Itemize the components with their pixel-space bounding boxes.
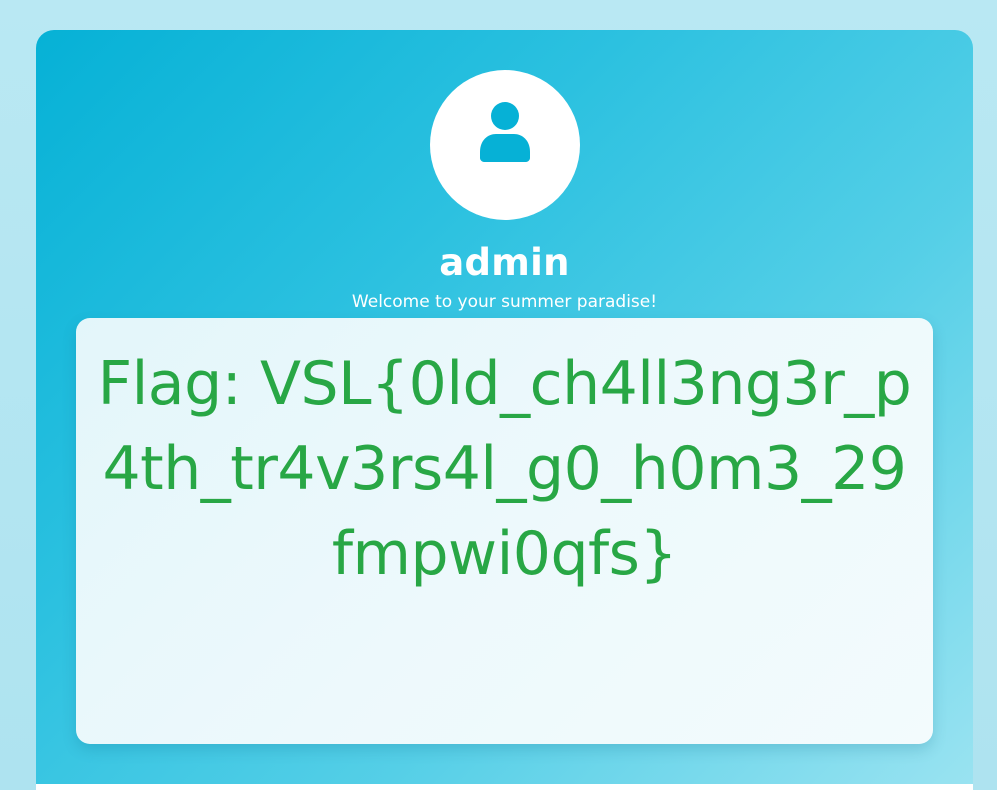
content-divider [36,784,973,790]
profile-card: admin Welcome to your summer paradise! F… [36,30,973,790]
page: admin Welcome to your summer paradise! F… [0,0,997,790]
flag-label: Flag: [97,349,242,419]
username: admin [439,241,570,284]
user-icon [480,102,530,162]
avatar [430,70,580,220]
flag-text: Flag: VSL{0ld_ch4ll3ng3r_p4th_tr4v3rs4l_… [96,342,913,597]
flag-panel: Flag: VSL{0ld_ch4ll3ng3r_p4th_tr4v3rs4l_… [76,318,933,744]
welcome-message: Welcome to your summer paradise! [351,292,658,312]
